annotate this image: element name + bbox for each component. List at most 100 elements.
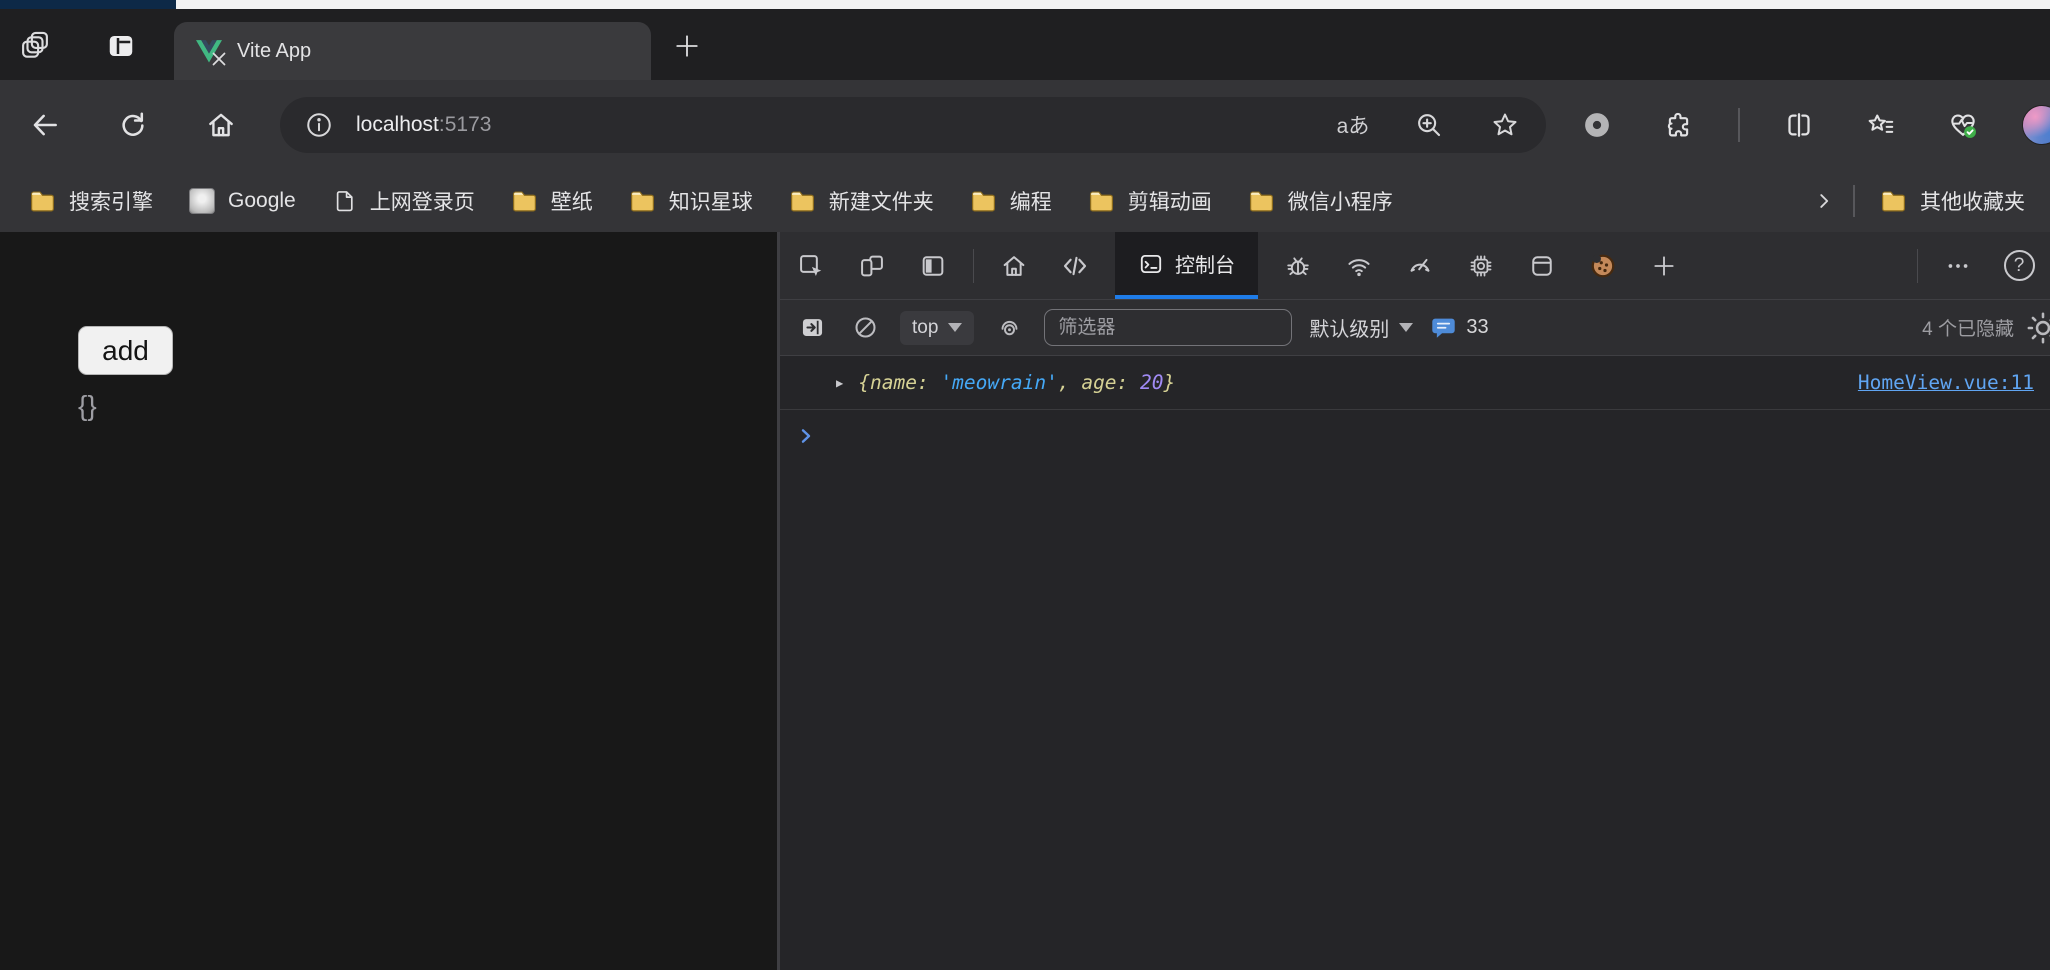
bookmark-folder[interactable]: 壁纸 (496, 179, 608, 223)
prompt-chevron-icon (801, 429, 811, 443)
console-sidebar-toggle-icon[interactable] (794, 310, 830, 346)
extension-ring-icon[interactable] (1574, 102, 1620, 148)
workspaces-icon[interactable] (12, 25, 58, 67)
issues-counter[interactable]: 33 (1430, 315, 1489, 340)
browser-tab[interactable]: Vite App (174, 22, 651, 80)
devtools-tab-bar: 控制台 ? (780, 232, 2050, 300)
bookmarks-bar-right: 其他收藏夹 (1805, 179, 2040, 223)
devtools-toolbar-divider (1917, 248, 1918, 283)
tab-close-icon[interactable] (196, 38, 242, 80)
folder-icon (30, 191, 55, 211)
url-port: :5173 (438, 113, 492, 136)
browser-essentials-icon[interactable] (1940, 102, 1986, 148)
bookmark-label: 微信小程序 (1287, 191, 1393, 214)
log-level-label: 默认级别 (1309, 319, 1390, 341)
clear-console-icon[interactable] (847, 310, 883, 346)
bookmark-label: 知识星球 (668, 191, 753, 214)
bookmark-folder[interactable]: 新建文件夹 (774, 179, 949, 223)
bookmark-folder[interactable]: 编程 (955, 179, 1067, 223)
reload-icon[interactable] (110, 102, 156, 148)
url-host: localhost (356, 113, 439, 136)
console-toolbar: top 默认级别 33 4 个已隐藏 (780, 300, 2050, 356)
object-preview[interactable]: {name: 'meowrain', age: 20} (858, 371, 1175, 394)
bookmark-link[interactable]: Google (174, 181, 311, 221)
help-glyph: ? (2003, 250, 2035, 281)
bookmark-folder[interactable]: 微信小程序 (1233, 179, 1408, 223)
collections-icon[interactable] (1858, 102, 1904, 148)
console-empty-area[interactable] (780, 462, 2050, 970)
new-tab-icon[interactable] (664, 25, 710, 67)
sources-code-icon[interactable] (1054, 245, 1096, 287)
extensions-puzzle-icon[interactable] (1656, 102, 1702, 148)
expand-triangle-icon[interactable]: ▶ (836, 376, 843, 390)
bookmark-folder[interactable]: 搜索引擎 (14, 179, 168, 223)
console-log-entry: ▶ {name: 'meowrain', age: 20} HomeView.v… (780, 356, 2050, 410)
zoom-in-icon[interactable] (1406, 102, 1452, 148)
bookmark-label: 上网登录页 (369, 191, 475, 214)
bookmark-label: 编程 (1009, 191, 1052, 214)
performance-gauge-icon[interactable] (1399, 245, 1441, 287)
tab-console[interactable]: 控制台 (1115, 232, 1258, 299)
log-level-selector[interactable]: 默认级别 (1309, 313, 1414, 342)
issues-count: 33 (1466, 316, 1489, 338)
bookmark-folder[interactable]: 剪辑动画 (1073, 179, 1227, 223)
settings-gear-icon[interactable] (2026, 311, 2050, 345)
split-screen-icon[interactable] (1776, 102, 1822, 148)
context-selector[interactable]: top (900, 310, 975, 345)
token-number-value: 20 (1140, 371, 1164, 394)
token-brace-close: } (1163, 371, 1176, 394)
console-toolbar-right: 4 个已隐藏 (1922, 311, 2050, 345)
background-window-strip (0, 0, 2050, 9)
folder-icon (630, 191, 654, 211)
bookmark-label: 壁纸 (550, 191, 593, 214)
favorite-star-icon[interactable] (1482, 102, 1528, 148)
help-icon[interactable]: ? (1998, 245, 2040, 287)
back-icon[interactable] (22, 102, 68, 148)
console-tab-label: 控制台 (1175, 255, 1235, 277)
devtools-home-icon[interactable] (993, 245, 1035, 287)
other-favorites-folder[interactable]: 其他收藏夹 (1865, 179, 2040, 223)
folder-icon (1249, 191, 1273, 211)
network-wifi-icon[interactable] (1338, 245, 1380, 287)
profile-avatar[interactable] (2022, 105, 2050, 145)
site-info-icon[interactable] (296, 102, 342, 148)
debugger-bug-icon[interactable] (1277, 245, 1319, 287)
url-text[interactable]: localhost:5173 (356, 113, 1324, 137)
google-favicon (189, 188, 215, 214)
more-options-icon[interactable] (1937, 245, 1979, 287)
other-favorites-label: 其他收藏夹 (1920, 191, 2025, 214)
console-prompt[interactable] (780, 410, 2050, 462)
bookmark-folder[interactable]: 知识星球 (614, 179, 768, 223)
console-icon (1140, 254, 1162, 273)
bookmarks-overflow-chevron-icon[interactable] (1805, 182, 1843, 220)
hidden-messages-label: 4 个已隐藏 (1922, 319, 2014, 340)
device-toolbar-icon[interactable] (851, 245, 893, 287)
folder-icon (971, 191, 995, 211)
more-tabs-plus-icon[interactable] (1643, 245, 1685, 287)
cookie-icon[interactable] (1582, 245, 1624, 287)
tab-title: Vite App (237, 39, 312, 62)
translate-icon[interactable]: aあ (1330, 102, 1376, 148)
console-filter-input[interactable] (1044, 309, 1293, 346)
navigation-toolbar: localhost:5173 aあ (0, 80, 2050, 170)
live-expression-eye-icon[interactable] (991, 310, 1027, 346)
dock-side-icon[interactable] (912, 245, 954, 287)
vertical-tabs-icon[interactable] (98, 25, 144, 67)
add-button[interactable]: add (78, 326, 173, 375)
folder-icon (790, 191, 814, 211)
home-icon[interactable] (198, 102, 244, 148)
folder-icon (512, 191, 536, 211)
source-location-link[interactable]: HomeView.vue:11 (1858, 371, 2034, 394)
inspect-element-icon[interactable] (790, 245, 832, 287)
bookmark-link[interactable]: 上网登录页 (317, 179, 490, 223)
token-comma: , (1057, 371, 1082, 394)
page-icon (336, 190, 353, 211)
application-window-icon[interactable] (1521, 245, 1563, 287)
devtools-panel: 控制台 ? top 筛选器 默认级别 33 4 个已隐藏 ▶ {name: 'm… (780, 232, 2050, 970)
tab-bar: Vite App (0, 9, 2050, 80)
address-bar[interactable]: localhost:5173 aあ (280, 97, 1546, 153)
memory-chip-icon[interactable] (1460, 245, 1502, 287)
token-string-value: 'meowrain' (940, 371, 1058, 394)
folder-icon (1881, 191, 1906, 211)
address-bar-actions: aあ (1330, 102, 1536, 148)
